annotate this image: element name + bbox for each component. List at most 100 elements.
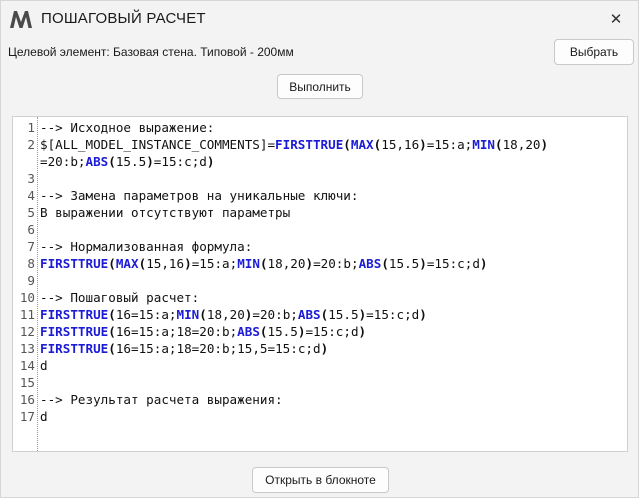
code-token: ) (419, 307, 427, 322)
function-token: MAX (350, 137, 374, 152)
code-token: =20:b; (313, 256, 359, 271)
code-line: 8 FIRSTTRUE(MAX(15,16)=15:a;MIN(18,20)=20… (13, 255, 488, 272)
code-token: =15:a; (191, 256, 238, 271)
code-token: ( (108, 154, 116, 169)
code-token: 18,20 (502, 137, 541, 152)
code-token: --> Исходное выражение: (40, 120, 215, 135)
code-line: 5 В выражении отсутствуют параметры (13, 204, 290, 221)
line-number: 10 (19, 290, 35, 305)
code-line: 2 $[ALL_MODEL_INSTANCE_COMMENTS]=FIRSTTRU… (13, 136, 548, 153)
code-token: ) (419, 137, 427, 152)
code-line: 15 (13, 374, 40, 391)
line-number: 7 (27, 239, 35, 254)
code-token: =15:c;d (305, 324, 359, 339)
close-button[interactable]: ✕ (604, 7, 628, 31)
line-number: 5 (27, 205, 35, 220)
code-line: 10 --> Пошаговый расчет: (13, 289, 199, 306)
code-token: ( (199, 307, 207, 322)
function-token: FIRSTTRUE (275, 137, 344, 152)
code-token: --> Результат расчета выражения: (40, 392, 283, 407)
code-token: 15.5 (267, 324, 298, 339)
code-token: =20:b; (252, 307, 298, 322)
open-in-notepad-button[interactable]: Открыть в блокноте (252, 467, 389, 493)
code-line: 13 FIRSTTRUE(16=15:a;18=20:b;15,5=15:c;d) (13, 340, 328, 357)
code-token: =15:a; (426, 137, 473, 152)
code-token: =15:c;d (426, 256, 480, 271)
line-number: 16 (19, 392, 35, 407)
line-number: 6 (27, 222, 35, 237)
code-line: 4 --> Замена параметров на уникальные клю… (13, 187, 358, 204)
code-token: $[ALL_MODEL_INSTANCE_COMMENTS]= (40, 137, 276, 152)
code-token: 16=15:a;18=20:b;15,5=15:c;d (115, 341, 321, 356)
code-token: ) (479, 256, 488, 271)
code-token: --> Пошаговый расчет: (40, 290, 200, 305)
code-line: =20:b;ABS(15.5)=15:c;d) (13, 153, 214, 170)
code-token: ( (259, 256, 268, 271)
code-line: 17 d (13, 408, 48, 425)
code-token: 15,16 (146, 256, 185, 271)
code-token: 18,20 (206, 307, 245, 322)
code-line: 1 --> Исходное выражение: (13, 119, 214, 136)
code-token: d (40, 409, 48, 424)
code-token: 16=15:a;18=20:b; (115, 324, 238, 339)
code-token: ( (343, 137, 351, 152)
code-token: 15.5 (328, 307, 359, 322)
function-token: MIN (237, 256, 260, 271)
code-token: ) (206, 154, 215, 169)
code-token: =15:c;d (366, 307, 420, 322)
code-line: 12 FIRSTTRUE(16=15:a;18=20:b;ABS(15.5)=15… (13, 323, 366, 340)
code-editor[interactable]: 1 --> Исходное выражение: 2 $[ALL_MODEL_INS… (12, 116, 628, 452)
title-bar: ПОШАГОВЫЙ РАСЧЕТ ✕ (1, 1, 638, 37)
line-number: 8 (27, 256, 35, 271)
code-token: 15,16 (381, 137, 420, 152)
select-button[interactable]: Выбрать (554, 39, 634, 65)
line-number: 12 (19, 324, 35, 339)
code-token: 15.5 (388, 256, 420, 271)
code-line: 11 FIRSTTRUE(16=15:a;MIN(18,20)=20:b;ABS(… (13, 306, 427, 323)
code-token: ) (146, 154, 154, 169)
code-line: 9 (13, 272, 40, 289)
target-element-label: Целевой элемент: Базовая стена. Типовой … (8, 45, 294, 59)
code-line: 7 --> Нормализованная формула: (13, 238, 252, 255)
function-token: MAX (115, 256, 139, 271)
line-number: 3 (27, 171, 35, 186)
function-token: MIN (176, 307, 200, 322)
code-token: ) (419, 256, 427, 271)
code-token: --> Замена параметров на уникальные ключ… (40, 188, 359, 203)
code-token: d (40, 358, 48, 373)
app-logo-icon (9, 9, 33, 29)
function-token: ABS (85, 154, 109, 169)
code-token: ( (495, 137, 503, 152)
code-token: ( (108, 324, 116, 339)
line-number: 11 (19, 307, 35, 322)
line-number: 13 (19, 341, 35, 356)
step-calculation-window: ПОШАГОВЫЙ РАСЧЕТ ✕ Целевой элемент: Базо… (0, 0, 639, 498)
line-number: 2 (27, 137, 35, 152)
code-token: 16=15:a; (115, 307, 177, 322)
code-token: ( (108, 307, 116, 322)
code-token: ) (540, 137, 549, 152)
function-token: ABS (358, 256, 382, 271)
code-line: 6 (13, 221, 40, 238)
line-number: 4 (27, 188, 35, 203)
function-token: FIRSTTRUE (40, 324, 109, 339)
close-icon: ✕ (609, 10, 623, 28)
line-number: 17 (19, 409, 35, 424)
code-token: В выражении отсутствуют параметры (40, 205, 291, 220)
function-token: FIRSTTRUE (40, 307, 109, 322)
code-line: 3 (13, 170, 40, 187)
line-number: 15 (19, 375, 35, 390)
window-title: ПОШАГОВЫЙ РАСЧЕТ (41, 10, 206, 27)
code-line: 14 d (13, 357, 48, 374)
function-token: FIRSTTRUE (40, 256, 109, 271)
code-token: =20:b; (40, 154, 86, 169)
code-token: 15.5 (115, 154, 147, 169)
code-token: ( (108, 341, 116, 356)
function-token: FIRSTTRUE (40, 341, 109, 356)
code-token: 18,20 (267, 256, 306, 271)
code-token: ) (184, 256, 192, 271)
run-button[interactable]: Выполнить (277, 74, 363, 99)
function-token: ABS (297, 307, 321, 322)
code-token: ( (259, 324, 268, 339)
code-token: ) (320, 341, 329, 356)
